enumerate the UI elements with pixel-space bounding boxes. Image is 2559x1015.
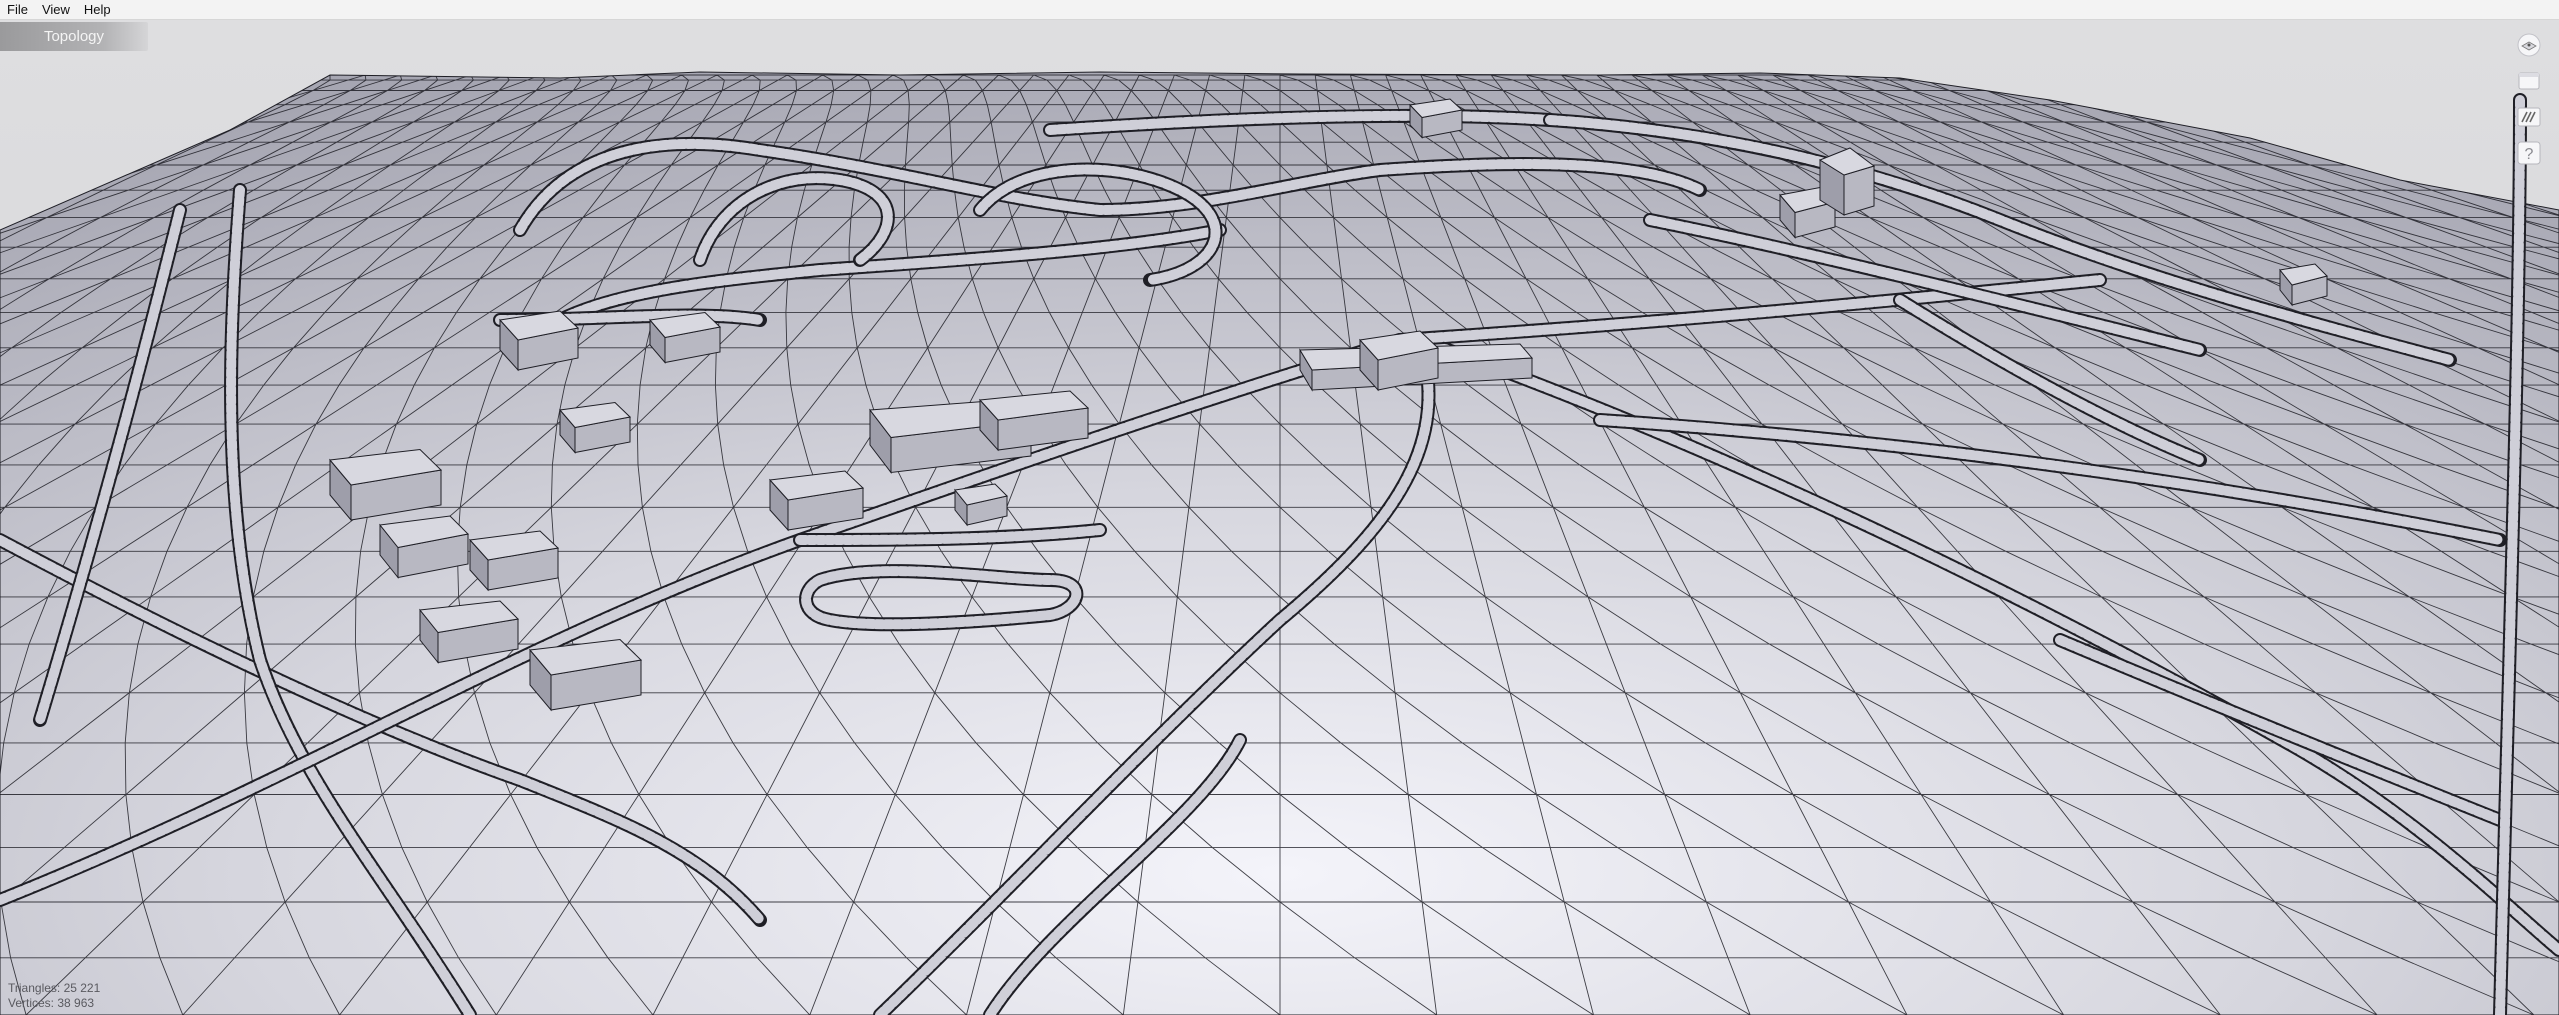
help-icon[interactable]: ? xyxy=(2514,138,2544,168)
triangle-count: Triangles: 25 221 xyxy=(8,981,101,995)
vertex-count: Vertices: 38 963 xyxy=(8,996,95,1010)
topology-panel-title[interactable]: Topology xyxy=(0,22,148,51)
menu-help[interactable]: Help xyxy=(77,0,118,19)
building xyxy=(1408,98,1464,139)
svg-text:?: ? xyxy=(2525,146,2534,163)
menu-bar: File View Help xyxy=(0,0,2559,20)
view-orientation-icon[interactable] xyxy=(2514,30,2544,60)
mesh-statistics: Triangles: 25 221 Vertices: 38 963 xyxy=(8,981,100,1011)
3d-viewport[interactable] xyxy=(0,20,2559,1015)
view-toolbar: ? xyxy=(2514,30,2546,174)
layers-icon[interactable] xyxy=(2514,102,2544,132)
window-icon[interactable] xyxy=(2514,66,2544,96)
terrain-mesh[interactable] xyxy=(0,20,2559,1015)
menu-view[interactable]: View xyxy=(35,0,77,19)
menu-file[interactable]: File xyxy=(0,0,35,19)
